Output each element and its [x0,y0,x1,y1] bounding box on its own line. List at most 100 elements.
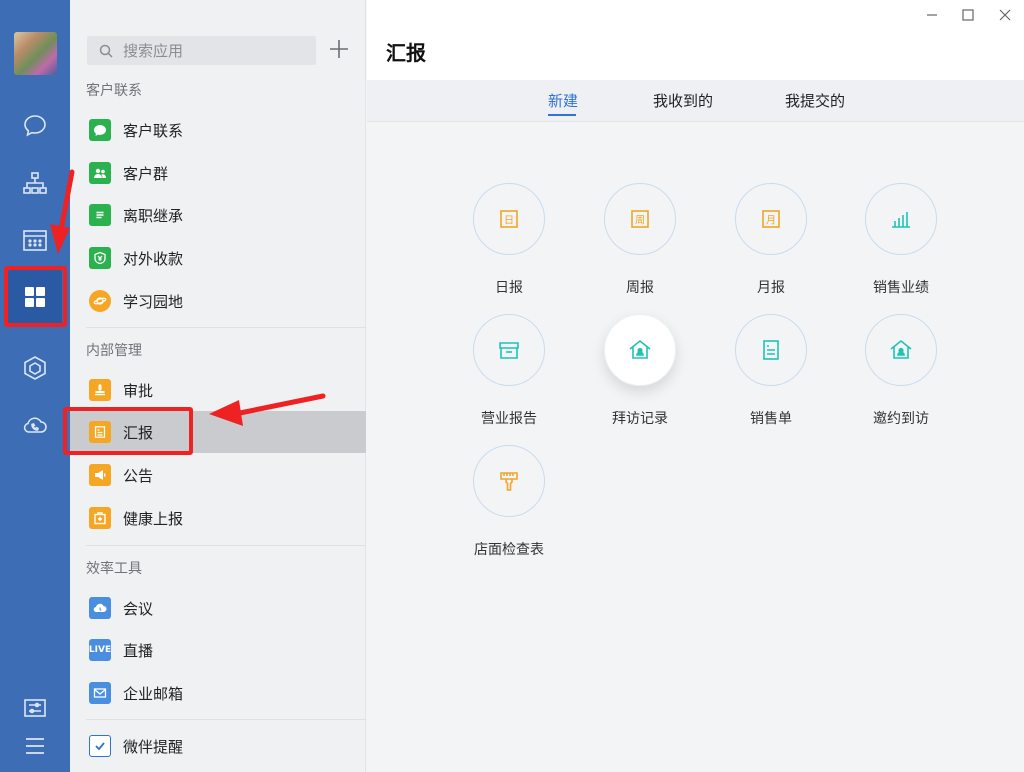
tile-circle: 月 [735,183,807,255]
settings-sliders-icon[interactable] [17,690,53,726]
tab-received[interactable]: 我收到的 [653,90,713,111]
tile-monthly-report[interactable]: 月 月报 [716,183,826,297]
chat-bubble-icon [89,119,111,141]
checkmark-bubble-icon [89,735,111,757]
apps-grid-icon[interactable] [8,270,62,324]
tile-circle [473,445,545,517]
tab-new[interactable]: 新建 [548,90,578,111]
add-icon[interactable] [328,38,350,60]
menu-item-approval[interactable]: 审批 [70,369,366,411]
tab-bar: 新建 我收到的 我提交的 [367,80,1024,122]
tab-submitted[interactable]: 我提交的 [785,90,845,111]
svg-text:周: 周 [635,215,645,227]
menu-item-announcement[interactable]: 公告 [70,454,366,496]
cloud-phone-icon[interactable] [17,407,53,443]
menu-item-label: 公告 [123,466,154,485]
menu-item-meeting[interactable]: 会议 [70,587,366,629]
receipt-icon [763,340,779,360]
menu-item-health[interactable]: 健康上报 [70,497,366,539]
close-icon[interactable] [996,6,1014,24]
divider [86,327,366,328]
mail-icon [89,682,111,704]
tile-circle [735,314,807,386]
menu-item-learning[interactable]: 学习园地 [70,280,366,322]
tab-active-indicator [548,114,576,116]
tile-circle [473,314,545,386]
page-title: 汇报 [386,41,426,65]
tile-sales-order[interactable]: 销售单 [716,314,826,428]
section-title-customer: 客户联系 [86,83,142,99]
cube-icon[interactable] [17,350,53,386]
store-icon [499,342,519,359]
menu-item-label: 客户群 [123,164,169,183]
daily-calendar-icon: 日 [500,210,518,228]
menu-item-resignation[interactable]: 离职继承 [70,194,366,236]
menu-item-label: 企业邮箱 [123,684,184,703]
tile-circle: 日 [473,183,545,255]
cloud-clock-icon [89,597,111,619]
menu-icon[interactable] [17,728,53,764]
medical-kit-icon [89,507,111,529]
menu-item-label: 微伴提醒 [123,737,184,756]
menu-item-label: 离职继承 [123,206,184,225]
house-person-icon [890,339,912,359]
search-icon [99,44,113,58]
tile-label: 周报 [626,280,654,296]
stamp-icon [89,379,111,401]
tile-circle: 周 [604,183,676,255]
tile-label: 月报 [757,280,785,296]
tile-circle [865,314,937,386]
planet-icon [89,290,111,312]
report-icon [89,421,111,443]
tile-weekly-report[interactable]: 周 周报 [585,183,695,297]
tile-circle [865,183,937,255]
divider [86,719,366,720]
org-chart-icon[interactable] [17,165,53,201]
menu-item-label: 审批 [123,381,154,400]
app-list-panel: 搜索应用 客户联系 客户联系 客户群 离职继承 对外收款 学习园地 内部管理 审… [70,0,366,772]
menu-item-customer-contact[interactable]: 客户联系 [70,109,366,151]
menu-item-live[interactable]: LIVE 直播 [70,629,366,671]
weekly-calendar-icon: 周 [631,210,649,228]
yen-shield-icon [89,247,111,269]
main-content: 汇报 新建 我收到的 我提交的 日 日报 周 周报 月 月报 销售业绩 营业报告… [367,0,1024,772]
menu-item-mail[interactable]: 企业邮箱 [70,672,366,714]
tile-sales-performance[interactable]: 销售业绩 [846,183,956,297]
tile-visit-record[interactable]: 拜访记录 [585,314,695,428]
minimize-icon[interactable] [923,6,941,24]
menu-item-label: 客户联系 [123,121,184,140]
megaphone-icon [89,464,111,486]
svg-text:日: 日 [504,216,514,227]
menu-item-label: 学习园地 [123,292,184,311]
tile-invitation-visit[interactable]: 邀约到访 [846,314,956,428]
section-title-internal: 内部管理 [86,343,142,359]
tile-business-report[interactable]: 营业报告 [454,314,564,428]
menu-item-customer-group[interactable]: 客户群 [70,152,366,194]
app-rail [0,0,70,772]
menu-item-label: 直播 [123,641,154,660]
tile-label: 销售业绩 [873,280,929,296]
tile-store-inspection[interactable]: 店面检查表 [454,445,564,559]
people-icon [89,162,111,184]
calendar-icon[interactable] [17,222,53,258]
search-input[interactable]: 搜索应用 [87,36,316,65]
document-icon [89,204,111,226]
svg-text:月: 月 [766,215,776,227]
avatar[interactable] [14,32,57,75]
tile-label: 营业报告 [481,411,537,427]
tile-label: 店面检查表 [474,542,544,558]
house-person-icon [629,339,651,359]
menu-item-report[interactable]: 汇报 [70,411,366,453]
tile-label: 日报 [495,280,523,296]
chat-icon[interactable] [17,108,53,144]
tile-label: 销售单 [750,411,792,427]
menu-item-reminder[interactable]: 微伴提醒 [70,725,366,767]
tile-circle [604,314,676,386]
brush-icon [500,472,518,491]
menu-item-label: 健康上报 [123,509,184,528]
maximize-icon[interactable] [959,6,977,24]
monthly-calendar-icon: 月 [762,210,780,228]
menu-item-payment[interactable]: 对外收款 [70,237,366,279]
tile-label: 拜访记录 [612,411,668,427]
tile-daily-report[interactable]: 日 日报 [454,183,564,297]
